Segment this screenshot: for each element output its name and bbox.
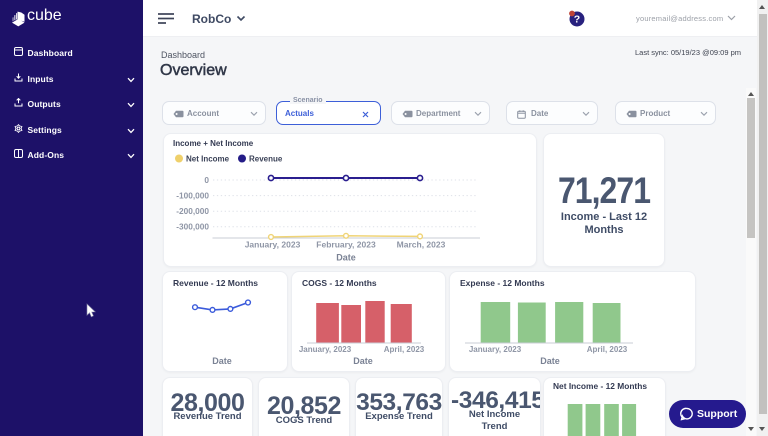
svg-text:Date: Date	[336, 253, 356, 263]
svg-text:Revenue: Revenue	[249, 155, 283, 164]
svg-text:February, 2023: February, 2023	[316, 240, 376, 250]
svg-text:-100,000: -100,000	[176, 190, 209, 200]
svg-text:Expense - 12 Months: Expense - 12 Months	[460, 278, 545, 288]
svg-text:January, 2023: January, 2023	[469, 345, 522, 354]
svg-text:0: 0	[204, 175, 209, 185]
svg-text:-300,000: -300,000	[176, 222, 209, 232]
svg-text:Income + Net Income: Income + Net Income	[173, 139, 254, 148]
svg-text:Net Income: Net Income	[186, 155, 230, 164]
svg-text:January, 2023: January, 2023	[299, 345, 352, 354]
svg-text:April, 2023: April, 2023	[587, 345, 628, 354]
svg-text:Date: Date	[212, 356, 232, 366]
svg-text:COGS - 12 Months: COGS - 12 Months	[302, 278, 377, 288]
svg-text:Date: Date	[353, 356, 373, 366]
svg-text:April, 2023: April, 2023	[384, 345, 425, 354]
svg-text:March, 2023: March, 2023	[397, 240, 446, 250]
svg-text:Revenue - 12 Months: Revenue - 12 Months	[173, 278, 258, 288]
svg-text:-200,000: -200,000	[176, 206, 209, 216]
svg-text:January, 2023: January, 2023	[245, 240, 301, 250]
svg-text:?: ?	[574, 14, 580, 26]
svg-text:Date: Date	[540, 356, 560, 366]
